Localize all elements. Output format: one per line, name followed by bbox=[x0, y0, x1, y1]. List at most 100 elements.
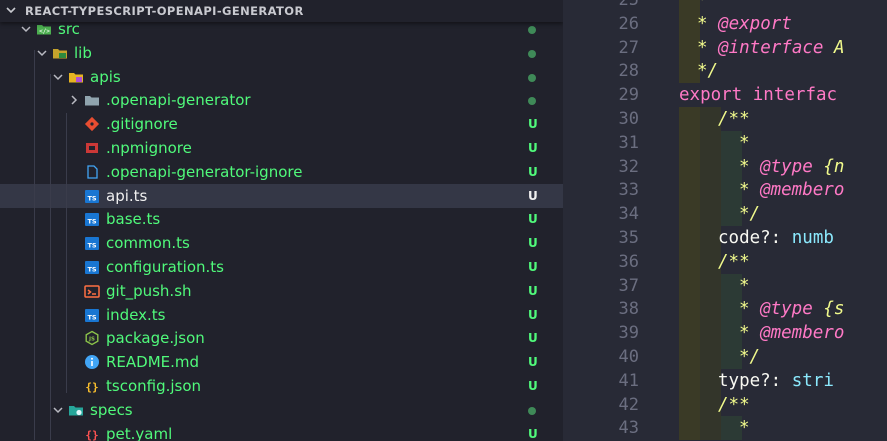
tree-item-label: .gitignore bbox=[106, 115, 178, 134]
code-token: @export bbox=[718, 13, 792, 34]
tree-file-row[interactable]: TS common.ts U bbox=[0, 231, 563, 255]
code-line[interactable]: * @interface A bbox=[697, 36, 845, 60]
code-line[interactable]: * bbox=[697, 0, 708, 12]
indent-rainbow-band bbox=[700, 178, 721, 203]
code-line[interactable]: * @membero bbox=[739, 178, 844, 202]
tree-item-label: git_push.sh bbox=[106, 281, 192, 300]
chevron-down-icon[interactable] bbox=[36, 47, 48, 59]
code-token: */ bbox=[697, 61, 719, 82]
line-number: 39 bbox=[618, 323, 639, 344]
line-number: 26 bbox=[618, 13, 639, 34]
explorer-header[interactable]: REACT-TYPESCRIPT-OPENAPI-GENERATOR bbox=[0, 0, 563, 22]
tree-folder-row[interactable]: lib bbox=[0, 41, 563, 65]
code-line[interactable]: * @type {s bbox=[739, 297, 844, 321]
chevron-down-icon[interactable] bbox=[52, 404, 64, 416]
tree-file-row[interactable]: git_push.sh U bbox=[0, 279, 563, 303]
indent-guide bbox=[50, 74, 51, 440]
code-line[interactable]: * @export bbox=[697, 12, 792, 36]
code-line[interactable]: * bbox=[739, 274, 750, 298]
tree-file-row[interactable]: JS package.json U bbox=[0, 326, 563, 350]
indent-guide bbox=[34, 50, 35, 440]
tree-file-row[interactable]: {} pet.yaml U bbox=[0, 422, 563, 441]
indent-rainbow-band bbox=[679, 178, 700, 203]
tree-item-label: .openapi-generator bbox=[106, 91, 251, 110]
code-line[interactable]: export interfac bbox=[679, 83, 837, 107]
code-line[interactable]: code?: numb bbox=[718, 226, 834, 250]
indent-rainbow-band bbox=[700, 345, 721, 369]
code-token: /** bbox=[718, 394, 750, 415]
git-modified-dot bbox=[528, 406, 536, 415]
tree-file-row[interactable]: TS configuration.ts U bbox=[0, 255, 563, 279]
code-token: export bbox=[679, 85, 743, 106]
chevron-down-icon[interactable] bbox=[5, 4, 17, 16]
npm-icon bbox=[86, 143, 98, 153]
tree-folder-row[interactable]: specs bbox=[0, 398, 563, 422]
indent-rainbow-band bbox=[679, 154, 700, 179]
tree-item-label: api.ts bbox=[106, 186, 148, 205]
svg-text:{}: {} bbox=[85, 381, 98, 394]
tree-item-label: .openapi-generator-ignore bbox=[106, 162, 303, 181]
tree-file-row[interactable]: .npmignore U bbox=[0, 136, 563, 160]
tree-file-row[interactable]: .gitignore U bbox=[0, 112, 563, 136]
git-status-badge: U bbox=[528, 355, 538, 370]
code-line[interactable]: * @type {n bbox=[739, 155, 844, 179]
indent-rainbow-band bbox=[679, 345, 700, 369]
indent-rainbow-band bbox=[679, 321, 700, 346]
code-line[interactable]: */ bbox=[739, 345, 760, 369]
code-token: * bbox=[697, 13, 719, 34]
code-editor[interactable]: 25 * 26 * @export 27 * @interface A 28 */ 29 expo… bbox=[563, 0, 887, 441]
git-status-badge: U bbox=[528, 212, 538, 227]
tree-file-row[interactable]: .openapi-generator-ignore U bbox=[0, 160, 563, 184]
indent-rainbow-band bbox=[679, 249, 700, 274]
chevron-down-icon[interactable] bbox=[52, 71, 64, 83]
folder-icon bbox=[85, 96, 99, 106]
svg-text:TS: TS bbox=[87, 194, 96, 202]
code-token: @type bbox=[760, 156, 813, 177]
line-number: 41 bbox=[618, 370, 639, 391]
tree-file-row[interactable]: TS base.ts U bbox=[0, 207, 563, 231]
json-icon: {} bbox=[85, 381, 98, 394]
tree-item-label: pet.yaml bbox=[106, 424, 173, 441]
code-line[interactable]: /** bbox=[718, 107, 750, 131]
tree-file-row[interactable]: TS index.ts U bbox=[0, 303, 563, 327]
line-number: 29 bbox=[618, 85, 639, 106]
indent-rainbow-band bbox=[700, 297, 721, 322]
chevron-right-icon[interactable] bbox=[68, 94, 80, 106]
indent-rainbow-band bbox=[700, 202, 721, 227]
code-line[interactable]: * @membero bbox=[739, 321, 844, 345]
code-line[interactable]: */ bbox=[697, 59, 718, 83]
tree-file-row[interactable]: {} tsconfig.json U bbox=[0, 374, 563, 398]
indent-guide bbox=[66, 113, 67, 393]
code-line[interactable]: * bbox=[739, 131, 750, 155]
tree-item-label: common.ts bbox=[106, 234, 190, 253]
code-line[interactable]: /** bbox=[718, 250, 750, 274]
line-number: 30 bbox=[618, 109, 639, 129]
typescript-icon: TS bbox=[85, 237, 99, 251]
code-token: interfac bbox=[752, 85, 838, 106]
tree-item-label: configuration.ts bbox=[106, 258, 224, 276]
code-line[interactable]: */ bbox=[739, 202, 760, 226]
tree-folder-row[interactable]: .openapi-generator bbox=[0, 88, 563, 112]
tree-file-row[interactable]: README.md U bbox=[0, 350, 563, 374]
code-token: */ bbox=[739, 347, 761, 367]
chevron-down-icon[interactable] bbox=[20, 23, 32, 35]
code-line[interactable]: type?: stri bbox=[718, 369, 834, 393]
git-modified-dot bbox=[528, 49, 536, 58]
git-status-badge: U bbox=[528, 331, 538, 346]
git-status-badge: U bbox=[528, 260, 538, 274]
git-status-badge: U bbox=[528, 188, 538, 203]
code-line[interactable]: /** bbox=[718, 393, 750, 417]
git-status-badge: U bbox=[528, 307, 538, 322]
nodejs-icon: JS bbox=[85, 331, 99, 346]
tree-folder-row[interactable]: apis bbox=[0, 65, 563, 89]
code-line[interactable]: * bbox=[739, 416, 750, 440]
code-token: @type bbox=[760, 299, 813, 320]
tree-file-row[interactable]: TS api.ts U bbox=[0, 183, 563, 208]
code-token: code?: bbox=[718, 228, 792, 248]
line-number: 40 bbox=[618, 347, 639, 367]
code-token: numb bbox=[791, 228, 834, 248]
svg-text:JS: JS bbox=[88, 337, 95, 343]
code-token: * bbox=[739, 323, 761, 344]
line-number: 38 bbox=[618, 299, 639, 320]
